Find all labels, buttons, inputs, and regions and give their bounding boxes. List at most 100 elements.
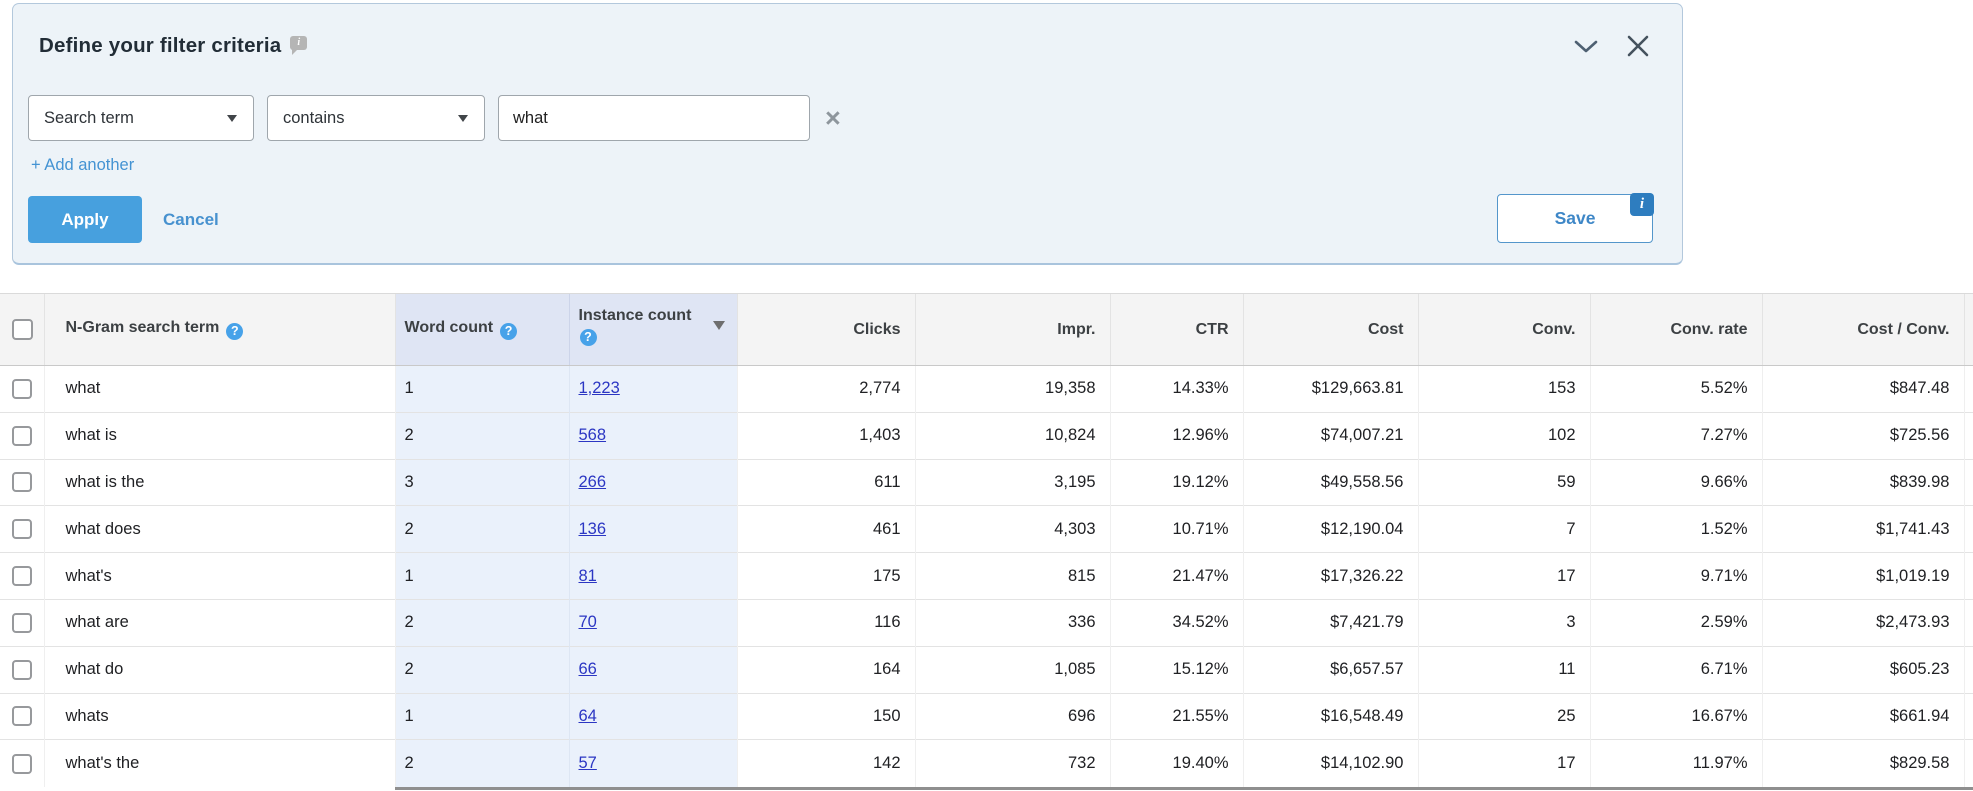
table-header-row: N-Gram search term? Word count? Instance… <box>0 294 1973 366</box>
add-another-link[interactable]: + Add another <box>31 156 134 175</box>
cost-per-conv-cell: $725.56 <box>1762 412 1964 459</box>
ngram-term-cell: whats <box>44 693 395 740</box>
column-header-ctr[interactable]: CTR <box>1110 294 1243 366</box>
column-header-conversions[interactable]: Conv. <box>1418 294 1590 366</box>
cost-cell: $49,558.56 <box>1243 459 1418 506</box>
impressions-cell: 815 <box>915 553 1110 600</box>
column-header-cost[interactable]: Cost <box>1243 294 1418 366</box>
row-checkbox[interactable] <box>12 379 32 399</box>
spacer-cell <box>1964 740 1973 787</box>
instance-count-cell: 64 <box>569 693 737 740</box>
ctr-cell: 21.55% <box>1110 693 1243 740</box>
clicks-cell: 175 <box>737 553 915 600</box>
ngram-term-cell: what's <box>44 553 395 600</box>
clear-filter-icon[interactable]: × <box>825 95 841 141</box>
table-row: what are 2 70 116 336 34.52% $7,421.79 3… <box>0 599 1973 646</box>
close-icon[interactable] <box>1627 35 1649 57</box>
ctr-cell: 19.12% <box>1110 459 1243 506</box>
spacer-cell <box>1964 599 1973 646</box>
instance-count-cell: 266 <box>569 459 737 506</box>
word-count-cell: 3 <box>395 459 569 506</box>
field-select[interactable]: Search term <box>28 95 254 141</box>
row-checkbox[interactable] <box>12 660 32 680</box>
filter-value-input[interactable] <box>498 95 810 141</box>
row-checkbox[interactable] <box>12 706 32 726</box>
row-checkbox[interactable] <box>12 754 32 774</box>
instance-count-link[interactable]: 70 <box>579 613 597 631</box>
column-label: N-Gram search term <box>66 319 220 336</box>
instance-count-link[interactable]: 64 <box>579 707 597 725</box>
ngram-table: N-Gram search term? Word count? Instance… <box>0 293 1973 787</box>
clicks-cell: 142 <box>737 740 915 787</box>
row-checkbox[interactable] <box>12 519 32 539</box>
spacer-cell <box>1964 646 1973 693</box>
row-checkbox[interactable] <box>12 613 32 633</box>
instance-count-link[interactable]: 1,223 <box>579 379 620 397</box>
column-header-clicks[interactable]: Clicks <box>737 294 915 366</box>
row-checkbox[interactable] <box>12 566 32 586</box>
panel-title-text: Define your filter criteria <box>39 34 281 57</box>
spacer-cell <box>1964 412 1973 459</box>
word-count-cell: 1 <box>395 553 569 600</box>
impressions-cell: 10,824 <box>915 412 1110 459</box>
column-header-impressions[interactable]: Impr. <box>915 294 1110 366</box>
ngram-term-cell: what does <box>44 506 395 553</box>
table-row: what's the 2 57 142 732 19.40% $14,102.9… <box>0 740 1973 787</box>
instance-count-link[interactable]: 136 <box>579 520 607 538</box>
word-count-cell: 2 <box>395 412 569 459</box>
operator-select-value: contains <box>283 109 344 128</box>
instance-count-link[interactable]: 57 <box>579 754 597 772</box>
clicks-cell: 150 <box>737 693 915 740</box>
column-header-conv-rate[interactable]: Conv. rate <box>1590 294 1762 366</box>
conv-rate-cell: 16.67% <box>1590 693 1762 740</box>
instance-count-link[interactable]: 266 <box>579 473 607 491</box>
conversions-cell: 3 <box>1418 599 1590 646</box>
help-icon[interactable]: ? <box>500 323 517 340</box>
apply-button[interactable]: Apply <box>28 196 142 243</box>
select-all-checkbox[interactable] <box>12 319 33 340</box>
checkbox-cell <box>0 599 44 646</box>
save-info-icon[interactable]: i <box>1630 193 1654 216</box>
operator-select[interactable]: contains <box>267 95 485 141</box>
impressions-cell: 696 <box>915 693 1110 740</box>
column-label: Instance count <box>579 305 707 326</box>
row-checkbox[interactable] <box>12 472 32 492</box>
help-icon[interactable]: ? <box>226 323 243 340</box>
ngram-term-cell: what do <box>44 646 395 693</box>
column-header-ngram-term[interactable]: N-Gram search term? <box>44 294 395 366</box>
conversions-cell: 153 <box>1418 366 1590 413</box>
instance-count-link[interactable]: 81 <box>579 567 597 585</box>
column-header-word-count[interactable]: Word count? <box>395 294 569 366</box>
checkbox-cell <box>0 412 44 459</box>
sort-desc-icon <box>713 321 725 330</box>
info-bubble-icon[interactable]: i <box>290 36 307 50</box>
cost-per-conv-cell: $605.23 <box>1762 646 1964 693</box>
conversions-cell: 7 <box>1418 506 1590 553</box>
instance-count-link[interactable]: 66 <box>579 660 597 678</box>
cost-per-conv-cell: $1,741.43 <box>1762 506 1964 553</box>
instance-count-link[interactable]: 568 <box>579 426 607 444</box>
table-row: what does 2 136 461 4,303 10.71% $12,190… <box>0 506 1973 553</box>
clicks-cell: 164 <box>737 646 915 693</box>
impressions-cell: 19,358 <box>915 366 1110 413</box>
conversions-cell: 11 <box>1418 646 1590 693</box>
column-header-instance-count[interactable]: Instance count ? <box>569 294 737 366</box>
column-header-cost-per-conv[interactable]: Cost / Conv. <box>1762 294 1964 366</box>
collapse-chevron-icon[interactable] <box>1574 40 1598 54</box>
row-checkbox[interactable] <box>12 426 32 446</box>
column-label: Word count <box>405 319 494 336</box>
filter-panel: Define your filter criteria i Search term… <box>12 3 1683 265</box>
checkbox-cell <box>0 459 44 506</box>
horizontal-scrollbar[interactable] <box>395 787 1973 790</box>
instance-count-cell: 136 <box>569 506 737 553</box>
ngram-term-cell: what is <box>44 412 395 459</box>
word-count-cell: 2 <box>395 646 569 693</box>
spacer-cell <box>1964 553 1973 600</box>
ctr-cell: 21.47% <box>1110 553 1243 600</box>
cost-per-conv-cell: $847.48 <box>1762 366 1964 413</box>
cost-cell: $74,007.21 <box>1243 412 1418 459</box>
instance-count-cell: 1,223 <box>569 366 737 413</box>
ctr-cell: 10.71% <box>1110 506 1243 553</box>
help-icon[interactable]: ? <box>580 329 597 346</box>
cancel-button[interactable]: Cancel <box>163 196 219 243</box>
